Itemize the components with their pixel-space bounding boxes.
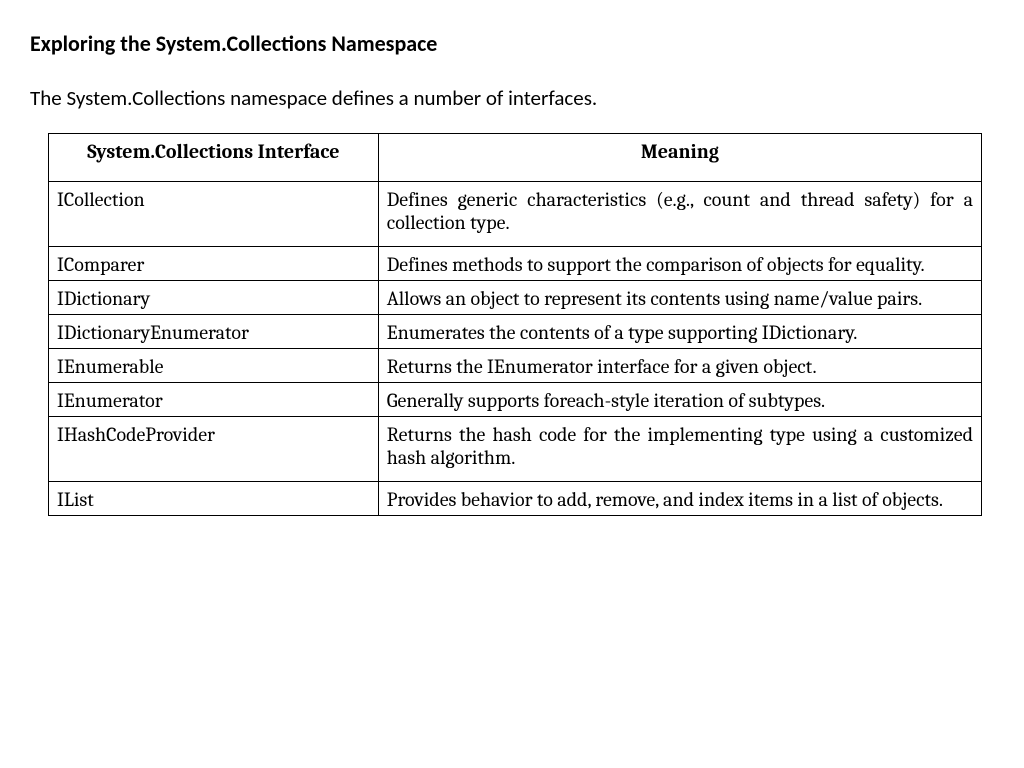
table-row: ICollection Defines generic characterist… bbox=[49, 182, 982, 247]
table-header-row: System.Collections Interface Meaning bbox=[49, 134, 982, 182]
header-interface: System.Collections Interface bbox=[49, 134, 379, 182]
meaning-cell: Returns the hash code for the implementi… bbox=[378, 417, 981, 482]
intro-text: The System.Collections namespace defines… bbox=[30, 85, 994, 111]
meaning-cell: Defines methods to support the compariso… bbox=[378, 247, 981, 281]
page-title: Exploring the System.Collections Namespa… bbox=[30, 30, 994, 57]
interface-cell: IDictionary bbox=[49, 281, 379, 315]
meaning-cell: Returns the IEnumerator interface for a … bbox=[378, 349, 981, 383]
meaning-cell: Defines generic characteristics (e.g., c… bbox=[378, 182, 981, 247]
table-row: IEnumerable Returns the IEnumerator inte… bbox=[49, 349, 982, 383]
interface-cell: IList bbox=[49, 482, 379, 516]
meaning-cell: Generally supports foreach-style iterati… bbox=[378, 383, 981, 417]
table-row: IEnumerator Generally supports foreach-s… bbox=[49, 383, 982, 417]
interface-cell: ICollection bbox=[49, 182, 379, 247]
table-row: IHashCodeProvider Returns the hash code … bbox=[49, 417, 982, 482]
table-row: IDictionaryEnumerator Enumerates the con… bbox=[49, 315, 982, 349]
table-row: IList Provides behavior to add, remove, … bbox=[49, 482, 982, 516]
meaning-cell: Provides behavior to add, remove, and in… bbox=[378, 482, 981, 516]
header-meaning: Meaning bbox=[378, 134, 981, 182]
interface-cell: IHashCodeProvider bbox=[49, 417, 379, 482]
interfaces-table: System.Collections Interface Meaning ICo… bbox=[48, 133, 982, 516]
interface-cell: IEnumerable bbox=[49, 349, 379, 383]
interface-cell: IComparer bbox=[49, 247, 379, 281]
interface-cell: IEnumerator bbox=[49, 383, 379, 417]
meaning-cell: Enumerates the contents of a type suppor… bbox=[378, 315, 981, 349]
meaning-cell: Allows an object to represent its conten… bbox=[378, 281, 981, 315]
interface-cell: IDictionaryEnumerator bbox=[49, 315, 379, 349]
table-row: IDictionary Allows an object to represen… bbox=[49, 281, 982, 315]
table-row: IComparer Defines methods to support the… bbox=[49, 247, 982, 281]
